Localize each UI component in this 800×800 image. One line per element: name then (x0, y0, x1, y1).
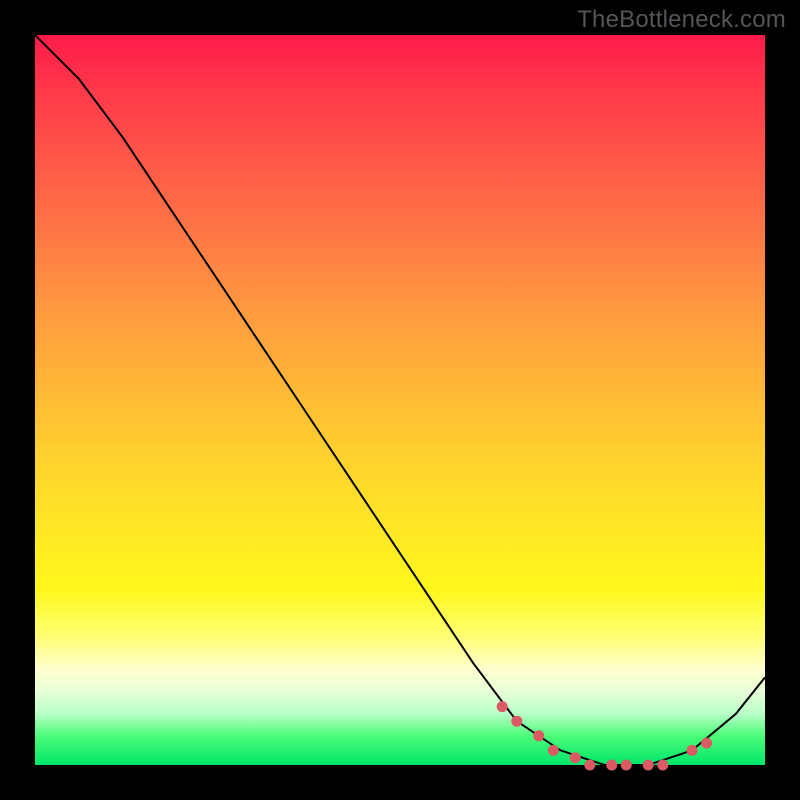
marker-dot (643, 760, 654, 771)
chart-overlay (35, 35, 765, 765)
marker-dot (621, 760, 632, 771)
watermark-text: TheBottleneck.com (577, 6, 786, 34)
marker-dot (657, 760, 668, 771)
marker-dot (548, 745, 559, 756)
marker-dot (497, 701, 508, 712)
marker-dot (533, 730, 544, 741)
marker-dot (584, 760, 595, 771)
chart-frame: TheBottleneck.com (0, 0, 800, 800)
marker-dot (606, 760, 617, 771)
marker-dot (687, 745, 698, 756)
marker-dot (570, 752, 581, 763)
marker-dot (511, 716, 522, 727)
marker-dot (701, 738, 712, 749)
bottleneck-curve (35, 35, 765, 765)
highlight-markers (497, 701, 712, 770)
